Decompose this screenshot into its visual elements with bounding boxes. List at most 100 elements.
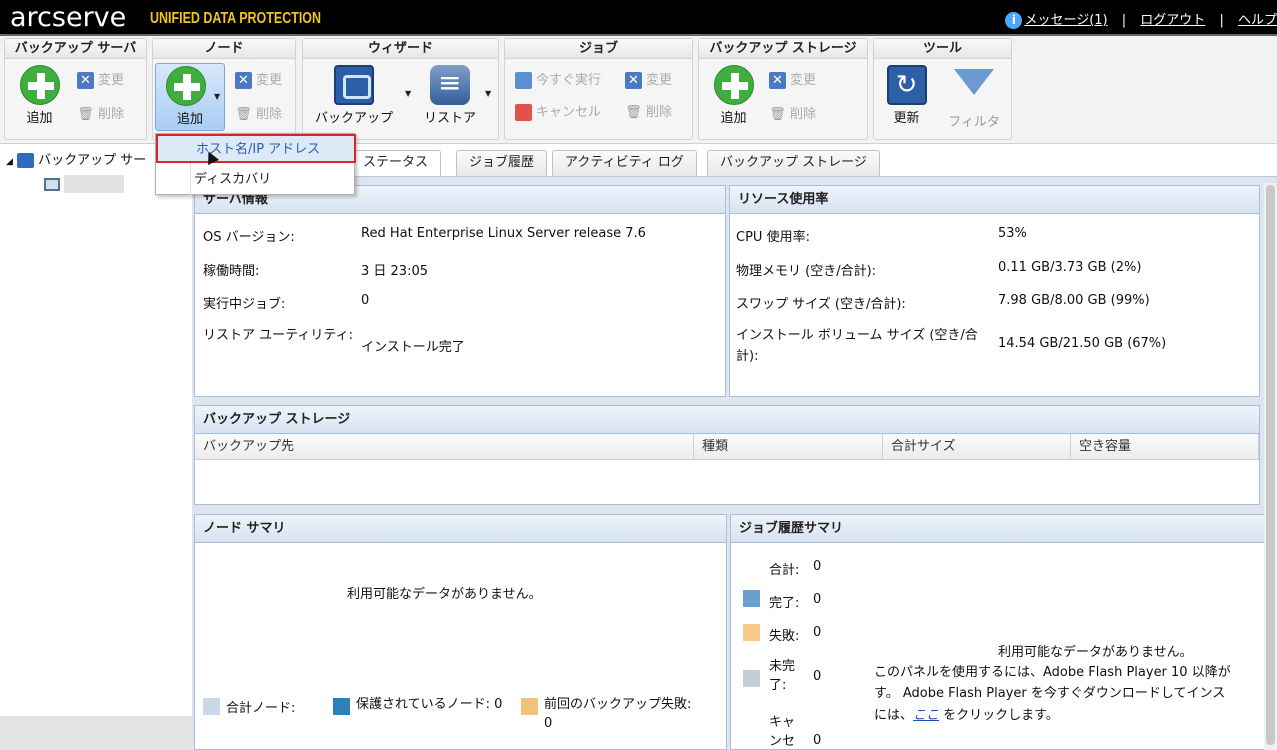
trash-icon: 🗑 [625,105,642,120]
button-label: 追加 [720,111,747,126]
ribbon-toolbar: バックアップ サーバ 追加 変更 🗑 削除 ノード 追加 ▼ 変更 🗑 削除 ウィザ… [0,36,1277,144]
storage-delete-button[interactable]: 🗑 削除 [769,105,816,125]
memory-value: 0.11 GB/3.73 GB (2%) [998,260,1142,275]
button-label: 変更 [646,73,673,88]
storage-add-button[interactable]: 追加 [711,65,756,126]
panel-title: ジョブ履歴サマリ [731,515,1269,543]
total-label: 合計: [769,563,800,578]
filter-button[interactable]: フィルタ [944,65,1004,130]
tab-activity-log[interactable]: アクティビティ ログ [552,150,697,176]
tab-status[interactable]: ステータス [350,150,442,176]
panel-title: ノード サマリ [195,515,726,543]
restore-wizard-button[interactable]: リストア ▼ [419,65,491,126]
expand-arrow-icon[interactable]: ◢ [6,157,13,167]
button-label: 追加 [26,111,53,126]
column-header[interactable]: 空き容量 [1071,434,1259,460]
volume-label: インストール ボリューム サイズ (空き/合計): [736,328,978,364]
tree-root-label: バックアップ サー [38,153,147,168]
tree-node[interactable] [44,175,125,193]
job-cancel-button[interactable]: キャンセル [515,103,601,123]
edit-icon [769,71,786,91]
failed-label: 失敗: [769,629,800,644]
group-job: ジョブ 今すぐ実行 変更 キャンセル 🗑 削除 [504,38,693,140]
uptime-label: 稼働時間: [203,264,260,279]
node-edit-button[interactable]: 変更 [235,71,282,91]
help-link[interactable]: ヘルプ [1238,13,1277,28]
info-icon[interactable]: i [1005,12,1023,29]
protected-nodes-legend: 保護されているノード: 0 [356,697,503,712]
trash-icon: 🗑 [769,107,786,122]
add-icon [713,65,754,105]
group-tools: ツール ↻ 更新 フィルタ [873,38,1012,140]
tab-job-history[interactable]: ジョブ履歴 [456,150,548,176]
scroll-thumb[interactable] [1266,185,1275,745]
tree-root[interactable]: ◢ バックアップ サー [6,149,146,168]
incomplete-label: 未完了: [769,659,796,693]
redacted-node-name [64,175,125,193]
volume-value: 14.54 GB/21.50 GB (67%) [998,336,1167,351]
backup-server-delete-button[interactable]: 🗑 削除 [77,105,124,125]
edit-icon [235,71,252,91]
panel-title: リソース使用率 [730,186,1259,214]
completed-label: 完了: [769,596,800,611]
flash-download-link[interactable]: ここ [913,708,939,723]
backup-server-add-button[interactable]: 追加 [17,65,62,126]
trash-icon: 🗑 [77,107,94,122]
button-label: 削除 [790,107,817,122]
legend-swatch [521,698,538,715]
total-nodes-legend: 合計ノード: [226,701,296,716]
total-value: 0 [813,559,822,574]
backup-server-edit-button[interactable]: 変更 [77,71,124,91]
memory-label: 物理メモリ (空き/合計): [736,264,877,279]
filter-icon [944,69,1004,109]
storage-edit-button[interactable]: 変更 [769,71,816,91]
job-delete-button[interactable]: 🗑 削除 [625,103,672,123]
button-label: 追加 [176,112,203,127]
button-label: 今すぐ実行 [536,73,602,88]
backup-wizard-icon [334,65,374,105]
group-title: ノード [153,39,295,59]
run-now-button[interactable]: 今すぐ実行 [515,71,601,91]
running-jobs-value: 0 [361,293,370,308]
top-bar: arcserve UNIFIED DATA PROTECTION i メッセージ(… [0,0,1277,36]
button-label: リストア [423,111,476,126]
node-summary-panel: ノード サマリ 利用可能なデータがありません。 合計ノード: 保護されているノー… [194,514,727,750]
group-backup-server: バックアップ サーバ 追加 変更 🗑 削除 [4,38,147,140]
restore-utility-value: インストール完了 [361,340,465,355]
group-title: バックアップ サーバ [5,39,146,59]
node-add-button[interactable]: 追加 ▼ [155,63,225,131]
refresh-icon: ↻ [886,65,927,105]
node-delete-button[interactable]: 🗑 削除 [235,105,282,125]
os-version-value: Red Hat Enterprise Linux Server release … [361,226,646,241]
messages-link[interactable]: メッセージ(1) [1024,13,1107,28]
no-data-text: 利用可能なデータがありません。 [347,587,542,602]
arcserve-logo: arcserve [10,2,127,33]
backup-wizard-button[interactable]: バックアップ ▼ [311,65,411,126]
dropdown-arrow-icon: ▼ [485,89,492,98]
refresh-button[interactable]: ↻ 更新 [884,65,929,126]
button-label: 削除 [98,107,125,122]
separator: | [1121,13,1127,28]
legend-swatch [333,698,350,715]
vertical-scrollbar[interactable] [1264,183,1277,750]
group-backup-storage: バックアップ ストレージ 追加 変更 🗑 削除 [698,38,868,140]
product-name: UNIFIED DATA PROTECTION [150,10,322,27]
group-node: ノード 追加 ▼ 変更 🗑 削除 [152,38,296,140]
column-header[interactable]: 種類 [694,434,883,460]
restore-utility-label: リストア ユーティリティ: [203,328,353,343]
flash-message-line: す。 Adobe Flash Player を今すぐダウンロードしてインス [874,686,1226,701]
logout-link[interactable]: ログアウト [1140,13,1205,28]
group-wizard: ウィザード バックアップ ▼ リストア ▼ [302,38,499,140]
add-node-dropdown-menu: ホスト名/IP アドレス ディスカバリ [155,133,356,196]
swap-value: 7.98 GB/8.00 GB (99%) [998,293,1150,308]
column-header[interactable]: 合計サイズ [883,434,1071,460]
tab-backup-storage[interactable]: バックアップ ストレージ [707,150,880,176]
group-title: ウィザード [303,39,498,59]
menu-item-discovery[interactable]: ディスカバリ [156,166,356,194]
button-label: 削除 [256,107,283,122]
column-header[interactable]: バックアップ先 [195,434,694,460]
canceled-label: キャンセ [769,715,796,749]
dropdown-arrow-icon: ▼ [405,89,412,98]
menu-item-hostname-ip[interactable]: ホスト名/IP アドレス [156,134,356,163]
job-edit-button[interactable]: 変更 [625,71,672,91]
